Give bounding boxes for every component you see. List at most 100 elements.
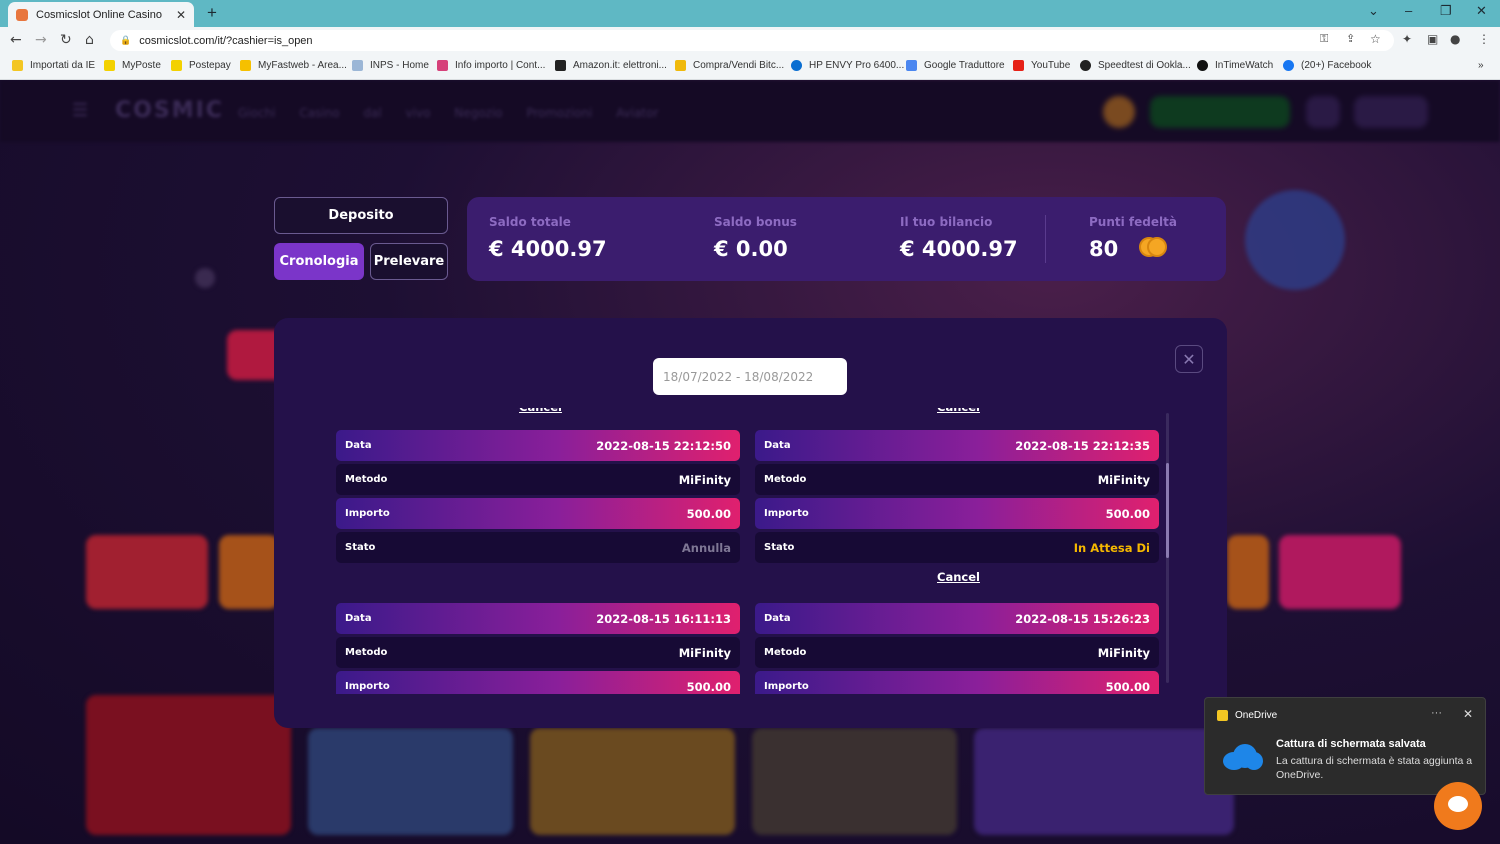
casino-favicon-icon [16, 8, 28, 21]
folder-icon [12, 60, 23, 71]
game-tile [752, 728, 957, 835]
coins-icon [1139, 237, 1167, 257]
bookmark-item[interactable]: Speedtest di Ookla... [1080, 60, 1191, 71]
game-tile-aviator [86, 695, 291, 835]
poste-icon [104, 60, 115, 71]
transaction-card: Data 2022-08-15 22:12:35 Metodo MiFinity I… [755, 430, 1159, 566]
row-method: Metodo MiFinity [755, 464, 1159, 495]
amazon-icon [555, 60, 566, 71]
language-select[interactable] [1354, 96, 1428, 128]
lock-icon: 🔒 [120, 35, 132, 45]
transaction-card: Data 2022-08-15 15:26:23 Metodo MiFinity I… [755, 603, 1159, 694]
bookmark-item[interactable]: Postepay [171, 60, 231, 71]
back-icon[interactable]: ← [10, 32, 22, 48]
scrollbar-thumb[interactable] [1166, 463, 1169, 558]
status-badge: In Attesa Di [1073, 540, 1150, 555]
key-icon[interactable]: ⚿ [1320, 32, 1328, 46]
bookmark-item[interactable]: MyPoste [104, 60, 161, 71]
onedrive-notification[interactable]: OneDrive ··· ✕ Cattura di schermata salv… [1204, 697, 1486, 795]
bookmark-item[interactable]: Info importo | Cont... [437, 60, 545, 71]
site-logo[interactable]: COSMIC [115, 98, 224, 123]
hamburger-icon[interactable]: ☰ [72, 100, 88, 121]
bonus-balance: Saldo bonus € 0.00 [714, 215, 797, 261]
binance-icon [675, 60, 686, 71]
bookmarks-bar: Importati da IE MyPoste Postepay MyFastw… [0, 54, 1500, 80]
transaction-card: Data 2022-08-15 22:12:50 Metodo MiFinity I… [336, 430, 740, 566]
bookmark-item[interactable]: HP ENVY Pro 6400... [791, 60, 904, 71]
withdraw-tab-button[interactable]: Prelevare [370, 243, 448, 280]
inps-icon [352, 60, 363, 71]
date-range-input[interactable] [653, 358, 847, 395]
row-amount: Importo 500.00 [336, 498, 740, 529]
extensions-icon[interactable]: ✦ [1402, 32, 1412, 46]
bookmark-item[interactable]: Importati da IE [12, 60, 95, 71]
search-icon[interactable] [1306, 96, 1340, 128]
row-method: Metodo MiFinity [336, 637, 740, 668]
restore-icon[interactable]: ❐ [1440, 3, 1452, 19]
reload-icon[interactable]: ↻ [60, 32, 72, 48]
promo-banner [974, 728, 1234, 835]
history-tab-button[interactable]: Cronologia [274, 243, 364, 280]
cancel-link[interactable]: Cancel [519, 408, 562, 414]
divider [1045, 215, 1046, 263]
row-date: Data 2022-08-15 16:11:13 [336, 603, 740, 634]
bookmark-item[interactable]: INPS - Home [352, 60, 429, 71]
site-nav[interactable]: Giochi Casino dal vivo Negozio Promozion… [238, 106, 658, 120]
speedtest-icon [1080, 60, 1091, 71]
row-date: Data 2022-08-15 22:12:35 [755, 430, 1159, 461]
transaction-card: Data 2022-08-15 16:11:13 Metodo MiFinity I… [336, 603, 740, 694]
notification-close-icon[interactable]: ✕ [1463, 707, 1473, 721]
cancel-link[interactable]: Cancel [937, 408, 980, 414]
more-options-icon[interactable]: ··· [1431, 707, 1442, 719]
bookmarks-overflow-icon[interactable]: » [1478, 60, 1484, 71]
browser-toolbar: ← → ↻ ⌂ 🔒 cosmicslot.com/it/?cashier=is_… [0, 27, 1500, 54]
row-method: Metodo MiFinity [336, 464, 740, 495]
slider-dot [195, 268, 215, 288]
side-panel-icon[interactable]: ▣ [1427, 32, 1438, 46]
new-tab-icon[interactable]: + [204, 4, 220, 22]
minimize-icon[interactable]: – [1405, 3, 1412, 18]
window-close-icon[interactable]: ✕ [1476, 3, 1487, 19]
transactions-list[interactable]: Cancel Cancel Data2022-08-15 22:12:50 Me… [336, 408, 1166, 694]
bookmark-item[interactable]: Compra/Vendi Bitc... [675, 60, 784, 71]
total-balance: Saldo totale € 4000.97 [489, 215, 607, 261]
bookmark-item[interactable]: YouTube [1013, 60, 1070, 71]
bookmark-item[interactable]: Google Traduttore [906, 60, 1005, 71]
home-icon[interactable]: ⌂ [85, 32, 94, 48]
bookmark-item[interactable]: (20+) Facebook [1283, 60, 1371, 71]
url-text: cosmicslot.com/it/?cashier=is_open [139, 34, 313, 47]
cancel-link[interactable]: Cancel [937, 570, 980, 584]
avatar[interactable] [1103, 96, 1135, 128]
tab-close-icon[interactable]: ✕ [176, 8, 186, 22]
menu-icon[interactable]: ⋮ [1478, 32, 1490, 46]
category-tile [1227, 535, 1269, 609]
bookmark-item[interactable]: MyFastweb - Area... [240, 60, 347, 71]
share-icon[interactable]: ⇪ [1346, 32, 1355, 45]
bookmark-item[interactable]: InTimeWatch [1197, 60, 1273, 71]
row-status: Stato In Attesa Di [755, 532, 1159, 563]
bookmark-item[interactable]: Amazon.it: elettroni... [555, 60, 667, 71]
cloud-icon [1219, 742, 1263, 770]
balance-panel: Saldo totale € 4000.97 Saldo bonus € 0.0… [467, 197, 1226, 281]
hp-icon [791, 60, 802, 71]
browser-tab[interactable]: Cosmicslot Online Casino ✕ [8, 2, 194, 27]
category-tile [86, 535, 208, 609]
deposit-tab-button[interactable]: Deposito [274, 197, 448, 234]
status-badge: Annulla [681, 540, 731, 555]
category-tile [219, 535, 279, 609]
address-bar[interactable]: 🔒 cosmicslot.com/it/?cashier=is_open [110, 30, 1394, 51]
sky-icon [437, 60, 448, 71]
wallet-button[interactable] [1150, 96, 1290, 128]
fastweb-icon [240, 60, 251, 71]
star-icon[interactable]: ☆ [1370, 32, 1381, 46]
row-date: Data 2022-08-15 15:26:23 [755, 603, 1159, 634]
game-tile [308, 728, 513, 835]
profile-avatar-icon[interactable]: ● [1450, 32, 1460, 46]
youtube-icon [1013, 60, 1024, 71]
tab-search-icon[interactable]: ⌄ [1368, 3, 1379, 19]
close-icon[interactable]: ✕ [1175, 345, 1203, 373]
row-amount: Importo 500.00 [336, 671, 740, 694]
chat-bubble-icon[interactable] [1434, 782, 1482, 830]
forward-icon[interactable]: → [35, 32, 47, 48]
onedrive-app-icon [1217, 710, 1228, 721]
